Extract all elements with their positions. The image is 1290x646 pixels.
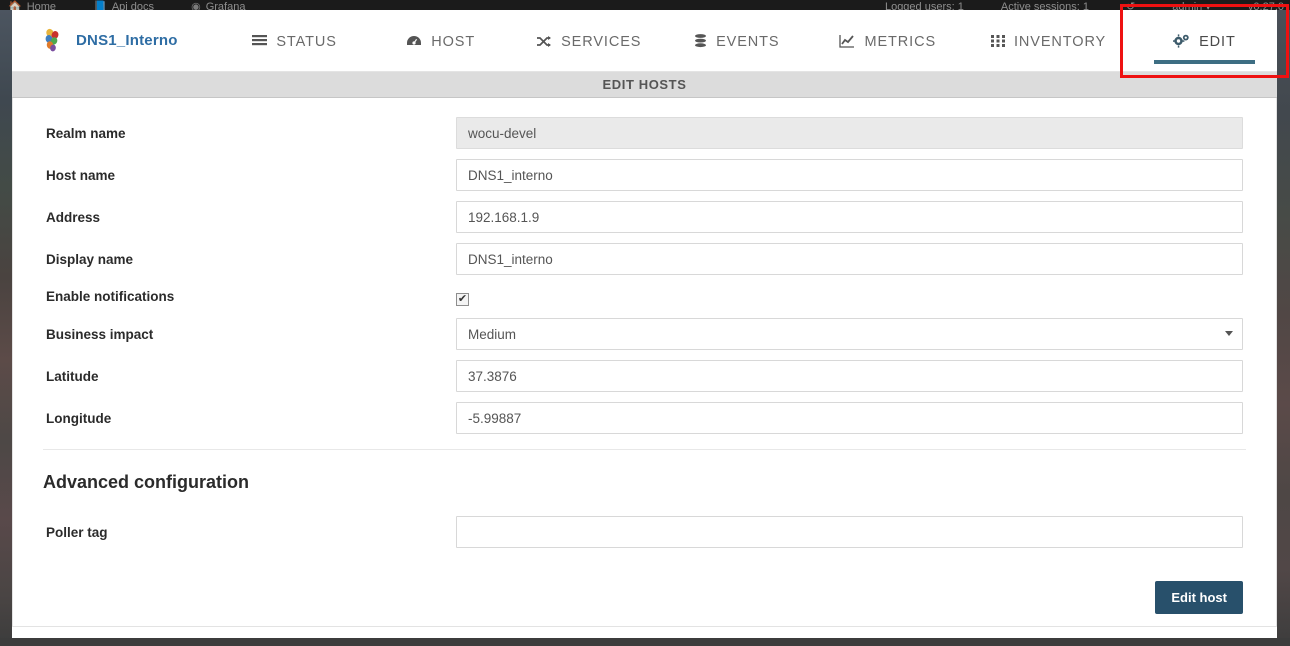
database-icon [694, 34, 707, 48]
business-impact-select[interactable] [456, 318, 1243, 350]
label-business-impact: Business impact [46, 326, 154, 342]
label-realm-name: Realm name [46, 125, 126, 141]
cogs-icon [1173, 34, 1190, 48]
edit-host-form-card: Realm name Host name Address Display nam… [12, 98, 1277, 627]
nav-item-events-label: EVENTS [716, 33, 780, 50]
desktop-background-left [0, 10, 12, 646]
display-name-input[interactable] [456, 243, 1243, 275]
nav-item-status[interactable]: STATUS [222, 10, 367, 72]
label-host-name: Host name [46, 167, 116, 183]
gauge-icon [406, 35, 422, 48]
form-actions: Edit host [1155, 581, 1243, 614]
form-row-host-name: Host name [13, 154, 1276, 196]
nav-item-metrics-label: METRICS [864, 33, 937, 50]
nav-item-services[interactable]: SERVICES [514, 10, 663, 72]
active-tab-underline [1153, 60, 1255, 64]
form-row-realm-name: Realm name [13, 112, 1276, 154]
primary-fields: Realm name Host name Address Display nam… [13, 98, 1276, 439]
nav-item-status-label: STATUS [276, 33, 337, 50]
form-row-longitude: Longitude [13, 397, 1276, 439]
address-input[interactable] [456, 201, 1243, 233]
form-row-address: Address [13, 196, 1276, 238]
desktop-background-right [1277, 10, 1290, 646]
form-row-enable-notifications: Enable notifications ✔ [13, 280, 1276, 313]
label-longitude: Longitude [46, 410, 112, 426]
label-latitude: Latitude [46, 368, 99, 384]
main-navbar: DNS1_Interno STATUS HOST SERVICES EVENTS… [12, 4, 1289, 78]
label-address: Address [46, 209, 101, 225]
form-row-poller-tag: Poller tag [13, 511, 1276, 553]
edit-host-button[interactable]: Edit host [1155, 581, 1243, 614]
latitude-input[interactable] [456, 360, 1243, 392]
host-name-input[interactable] [456, 159, 1243, 191]
label-poller-tag: Poller tag [46, 524, 108, 540]
shuffle-icon [536, 35, 552, 48]
form-row-latitude: Latitude [13, 355, 1276, 397]
advanced-configuration-title: Advanced configuration [43, 472, 250, 492]
nav-item-host-label: HOST [431, 33, 476, 50]
nav-item-inventory-label: INVENTORY [1013, 33, 1107, 50]
realm-name-input[interactable] [456, 117, 1243, 149]
wocu-logo [42, 27, 64, 53]
grid-icon [990, 35, 1005, 47]
nav-item-host[interactable]: HOST [367, 10, 514, 72]
form-row-business-impact: Business impact [13, 313, 1276, 355]
nav-item-services-label: SERVICES [561, 33, 642, 50]
advanced-fields: Poller tag [13, 493, 1276, 553]
nav-item-edit[interactable]: EDIT [1119, 4, 1289, 78]
nav-item-metrics[interactable]: METRICS [810, 10, 965, 72]
brand-label: DNS1_Interno [76, 31, 178, 49]
hamburger-icon [252, 34, 268, 48]
label-enable-notifications: Enable notifications [46, 289, 175, 304]
section-title-bar: EDIT HOSTS [12, 72, 1277, 98]
poller-tag-input[interactable] [456, 516, 1243, 548]
desktop-background-bottom [0, 638, 1290, 646]
nav-item-inventory[interactable]: INVENTORY [965, 10, 1132, 72]
brand-link[interactable]: DNS1_Interno [42, 27, 178, 53]
nav-item-edit-label: EDIT [1199, 33, 1236, 50]
chart-line-icon [839, 34, 855, 48]
app-page: DNS1_Interno STATUS HOST SERVICES EVENTS… [12, 4, 1289, 638]
page-title: EDIT HOSTS [602, 77, 687, 92]
nav-item-list: STATUS HOST SERVICES EVENTS METRICS INVE… [222, 4, 1289, 78]
longitude-input[interactable] [456, 402, 1243, 434]
label-display-name: Display name [46, 251, 134, 267]
enable-notifications-checkbox[interactable]: ✔ [456, 292, 469, 306]
checkmark-icon: ✔ [457, 292, 468, 305]
nav-item-events[interactable]: EVENTS [663, 10, 810, 72]
form-row-display-name: Display name [13, 238, 1276, 280]
